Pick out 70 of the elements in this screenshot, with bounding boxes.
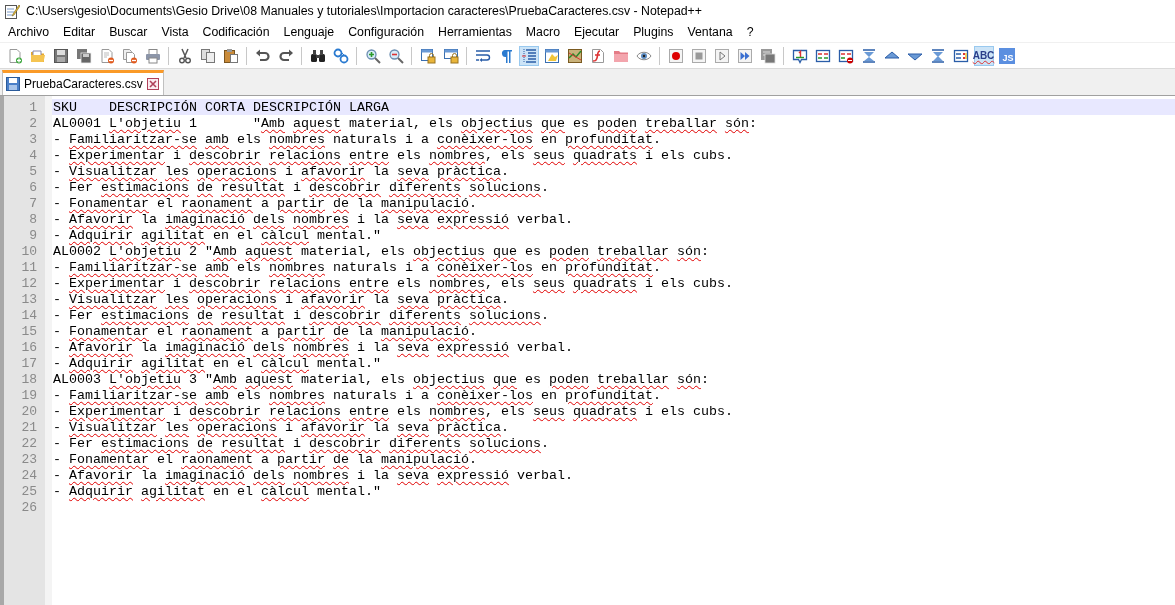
code-line: - Experimentar i descobrir relacions entre els nombres, els seus quadrats i els cubs. [53,403,733,419]
code-line: - Fer estimacions de resultat i descobrir diferents solucions. [53,307,549,323]
close-icon[interactable] [146,78,159,90]
line-number: 23 [20,451,38,467]
code-line: - Familiaritzar-se amb els nombres naturals i a conèixer-los en profunditat. [53,259,661,275]
menu-item[interactable]: Plugins [626,25,681,39]
menu-item[interactable]: Lenguaje [276,25,342,39]
code-line: - Afavorir la imaginació dels nombres i la seva expressió verbal. [53,211,573,227]
line-number: 25 [20,483,38,499]
line-number: 1 [28,99,38,115]
line-number: 11 [20,259,38,275]
line-number: 24 [20,467,38,483]
menu-item[interactable]: Archivo [1,25,56,39]
code-line: - Visualitzar les operacions i afavorir la seva pràctica. [53,163,509,179]
line-number: 20 [20,403,38,419]
line-number: 12 [20,275,38,291]
code-line: - Adquirir agilitat en el càlcul mental." [53,483,381,499]
menu-item[interactable]: Herramientas [431,25,519,39]
code-line: - Fonamentar el raonament a partir de la manipulació. [53,323,477,339]
menu-item[interactable]: Codificación [195,25,277,39]
code-line: AL0001 L'objetiu 1 "Amb aquest material, els objectius que es poden treballar són: [53,115,757,131]
line-number: 2 [28,115,38,131]
menu-item[interactable]: Editar [56,25,103,39]
notepad-icon [4,3,20,19]
menu-item[interactable]: ? [739,25,761,39]
line-number: 9 [28,227,38,243]
code-line: - Afavorir la imaginació dels nombres i la seva expressió verbal. [53,339,573,355]
menu-item[interactable]: Buscar [102,25,155,39]
line-number: 16 [20,339,38,355]
code-line: - Adquirir agilitat en el càlcul mental." [53,355,381,371]
code-line: - Experimentar i descobrir relacions entre els nombres, els seus quadrats i els cubs. [53,147,733,163]
code-line: - Visualitzar les operacions i afavorir la seva pràctica. [53,419,509,435]
menu-item[interactable]: Vista [154,25,196,39]
line-number: 21 [20,419,38,435]
code-line: SKU DESCRIPCIÓN CORTA DESCRIPCIÓN LARGA [53,99,389,115]
line-number: 19 [20,387,38,403]
code-line: - Familiaritzar-se amb els nombres naturals i a conèixer-los en profunditat. [53,387,661,403]
code-line: - Experimentar i descobrir relacions entre els nombres, els seus quadrats i els cubs. [53,275,733,291]
code-line: - Fonamentar el raonament a partir de la manipulació. [53,451,477,467]
code-line: - Familiaritzar-se amb els nombres naturals i a conèixer-los en profunditat. [53,131,661,147]
line-number: 7 [28,195,38,211]
code-line: AL0003 L'objetiu 3 "Amb aquest material, els objectius que es poden treballar són: [53,371,709,387]
line-number: 3 [28,131,38,147]
code-line: - Visualitzar les operacions i afavorir la seva pràctica. [53,291,509,307]
line-number: 22 [20,435,38,451]
menu-item[interactable]: Ejecutar [567,25,627,39]
file-tab[interactable]: PruebaCaracteres.csv [2,70,164,95]
line-number: 14 [20,307,38,323]
code-line: - Fer estimacions de resultat i descobrir diferents solucions. [53,179,549,195]
line-number: 15 [20,323,38,339]
line-number: 26 [20,499,38,515]
line-number: 5 [28,163,38,179]
line-number: 10 [20,243,38,259]
menu-item[interactable]: Macro [518,25,568,39]
spell-check-button[interactable]: ABC [973,45,994,66]
code-line: - Fer estimacions de resultat i descobrir diferents solucions. [53,435,549,451]
code-line: - Afavorir la imaginació dels nombres i la seva expressió verbal. [53,467,573,483]
line-number: 17 [20,355,38,371]
line-number: 4 [28,147,38,163]
line-number: 6 [28,179,38,195]
code-line: AL0002 L'objetiu 2 "Amb aquest material, els objectius que es poden treballar són: [53,243,709,259]
menu-item[interactable]: Configuración [341,25,432,39]
line-number: 13 [20,291,38,307]
code-line: - Adquirir agilitat en el càlcul mental." [53,227,381,243]
code-line: - Fonamentar el raonament a partir de la manipulació. [53,195,477,211]
indent-guide-icon[interactable] [518,45,539,66]
line-number: 18 [20,371,38,387]
window-title: C:\Users\gesio\Documents\Gesio Drive\08 Manuales y tutoriales\Importacion caracteres\PruebaCaracteres.csv - Notepad++ [26,4,702,18]
menu-item[interactable]: Ventana [680,25,740,39]
line-number: 8 [28,211,38,227]
